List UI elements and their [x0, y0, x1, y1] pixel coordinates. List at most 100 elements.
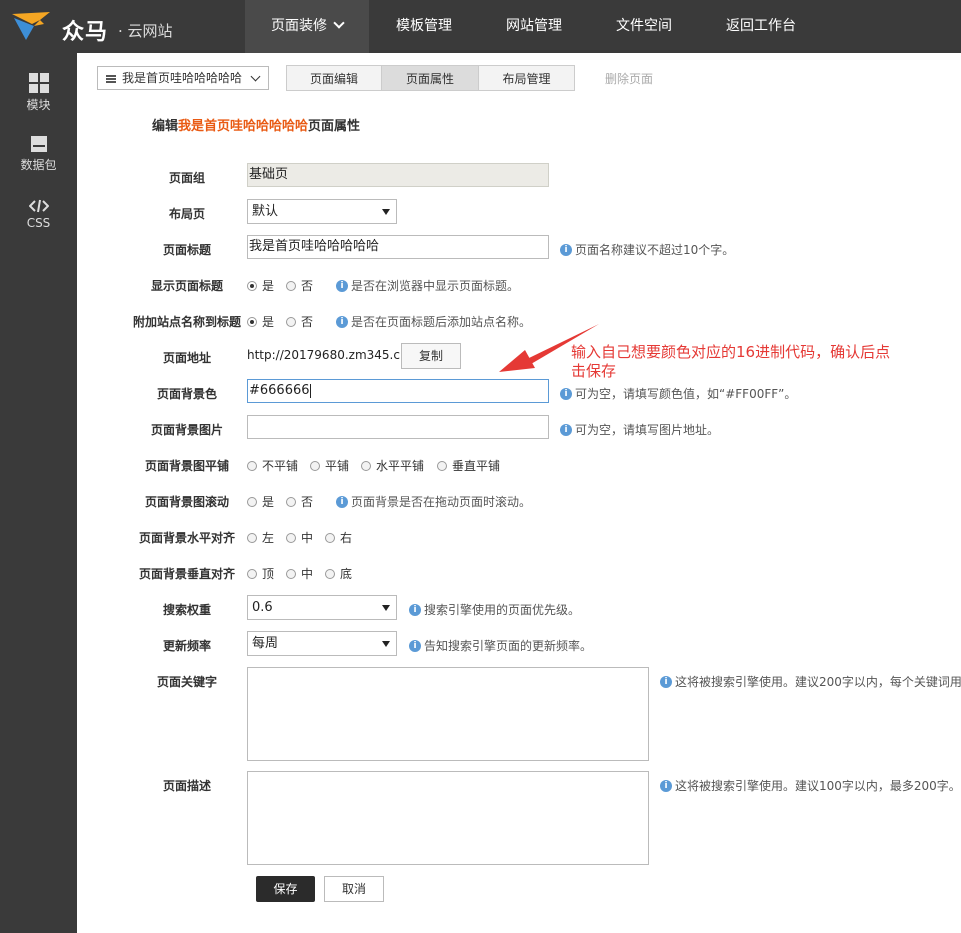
bg-valign-middle[interactable]: 中 — [286, 565, 313, 582]
weight-select[interactable]: 0.6 — [247, 595, 397, 620]
top-bar: 众马 · 云网站 页面装修 模板管理 网站管理 文件空间 返回工作台 — [0, 0, 961, 53]
radio-label: 水平平铺 — [376, 459, 425, 473]
bg-tile-horizontal[interactable]: 水平平铺 — [361, 457, 424, 474]
bg-scroll-no[interactable]: 否 — [286, 493, 313, 510]
bg-color-value: #666666 — [249, 383, 310, 398]
description-hint: i 这将被搜索引擎使用。建议100字以内，最多200字。 — [660, 777, 961, 794]
frequency-select[interactable]: 每周 — [247, 631, 397, 656]
logo[interactable]: 众马 · 云网站 — [10, 8, 210, 46]
radio-icon — [286, 496, 296, 507]
info-icon: i — [660, 779, 672, 792]
radio-label: 顶 — [262, 567, 275, 581]
radio-icon — [247, 280, 257, 291]
show-title-no[interactable]: 否 — [286, 277, 313, 294]
info-icon: i — [660, 675, 672, 688]
radio-label: 否 — [301, 315, 314, 329]
info-icon: i — [560, 387, 572, 400]
code-icon — [28, 199, 49, 213]
heading-prefix: 编辑 — [152, 119, 179, 134]
radio-label: 否 — [301, 495, 314, 509]
radio-icon — [286, 280, 296, 291]
radio-label: 垂直平铺 — [452, 459, 501, 473]
sidebar-item-datapack[interactable]: 数据包 — [0, 135, 77, 173]
hint-text: 页面背景是否在拖动页面时滚动。 — [351, 495, 532, 509]
text-cursor — [309, 383, 311, 398]
hint-text: 这将被搜索引擎使用。建议200字以内，每个关键词用 — [675, 675, 961, 689]
page-title: 编辑我是首页哇哈哈哈哈哈页面属性 — [152, 115, 360, 134]
nav-site-management[interactable]: 网站管理 — [479, 0, 589, 53]
radio-label: 中 — [301, 567, 314, 581]
title-input[interactable]: 我是首页哇哈哈哈哈哈 — [247, 235, 549, 259]
nav-page-decoration[interactable]: 页面装修 — [245, 0, 369, 53]
append-site-no[interactable]: 否 — [286, 313, 313, 330]
bg-scroll-label: 页面背景图滚动 — [144, 495, 229, 509]
save-button[interactable]: 保存 — [256, 876, 315, 902]
radio-label: 左 — [262, 531, 275, 545]
nav-file-space[interactable]: 文件空间 — [589, 0, 699, 53]
brand-name: 众马 — [62, 20, 109, 45]
tab-page-edit[interactable]: 页面编辑 — [286, 65, 382, 91]
append-site-yes[interactable]: 是 — [247, 313, 274, 330]
radio-label: 是 — [262, 315, 275, 329]
address-label: 页面地址 — [162, 351, 211, 365]
logo-mark-icon — [12, 12, 50, 40]
radio-icon — [286, 568, 296, 579]
radio-label: 平铺 — [325, 459, 350, 473]
bg-color-input[interactable]: #666666 — [247, 379, 549, 403]
append-site-label: 附加站点名称到标题 — [132, 315, 241, 329]
bg-tile-both[interactable]: 平铺 — [310, 457, 349, 474]
bg-tile-none[interactable]: 不平铺 — [247, 457, 298, 474]
bg-tile-label: 页面背景图平铺 — [144, 459, 229, 473]
nav-template-management[interactable]: 模板管理 — [369, 0, 479, 53]
radio-icon — [247, 316, 257, 327]
frequency-select-value: 每周 — [252, 636, 279, 651]
bg-halign-center[interactable]: 中 — [286, 529, 313, 546]
delete-page-link[interactable]: 删除页面 — [605, 70, 653, 87]
radio-label: 中 — [301, 531, 314, 545]
bg-tile-vertical[interactable]: 垂直平铺 — [437, 457, 500, 474]
hint-text: 页面名称建议不超过10个字。 — [575, 243, 735, 257]
bg-valign-bottom[interactable]: 底 — [325, 565, 352, 582]
bg-scroll-yes[interactable]: 是 — [247, 493, 274, 510]
database-icon — [30, 136, 47, 152]
page-group-field: 基础页 — [247, 163, 549, 187]
info-icon: i — [409, 603, 421, 616]
sidebar-item-label: 数据包 — [20, 158, 57, 172]
radio-icon — [437, 460, 447, 471]
address-value: http://20179680.zm345.cn — [247, 348, 408, 362]
keywords-label: 页面关键字 — [156, 675, 217, 689]
bg-halign-left[interactable]: 左 — [247, 529, 274, 546]
chevron-down-icon — [250, 71, 261, 82]
hint-text: 是否在浏览器中显示页面标题。 — [351, 279, 520, 293]
sidebar-item-modules[interactable]: 模块 — [0, 73, 77, 113]
info-icon: i — [409, 639, 421, 652]
info-icon: i — [560, 423, 572, 436]
radio-label: 是 — [262, 495, 275, 509]
tab-page-properties[interactable]: 页面属性 — [381, 65, 479, 91]
page-select[interactable]: 我是首页哇哈哈哈哈哈 — [97, 66, 269, 90]
hint-text: 可为空，请填写图片地址。 — [575, 423, 720, 437]
keywords-textarea[interactable] — [247, 667, 649, 761]
heading-page-name: 我是首页哇哈哈哈哈哈 — [178, 119, 309, 134]
nav-back-to-workbench[interactable]: 返回工作台 — [699, 0, 823, 53]
bg-valign-top[interactable]: 顶 — [247, 565, 274, 582]
cancel-button[interactable]: 取消 — [324, 876, 384, 902]
copy-button[interactable]: 复制 — [401, 343, 461, 369]
brand-subtitle: · 云网站 — [118, 22, 173, 40]
info-icon: i — [560, 243, 572, 256]
tab-layout-management[interactable]: 布局管理 — [478, 65, 575, 91]
radio-icon — [325, 568, 335, 579]
layout-select[interactable]: 默认 — [247, 199, 397, 224]
info-icon: i — [336, 315, 348, 328]
description-textarea[interactable] — [247, 771, 649, 865]
radio-label: 是 — [262, 279, 275, 293]
bg-halign-right[interactable]: 右 — [325, 529, 352, 546]
chevron-down-icon — [333, 17, 345, 29]
layout-label: 布局页 — [168, 207, 205, 221]
show-title-yes[interactable]: 是 — [247, 277, 274, 294]
sidebar-item-label: 模块 — [26, 98, 51, 112]
weight-label: 搜索权重 — [162, 603, 211, 617]
radio-icon — [286, 532, 296, 543]
dropdown-arrow-icon — [382, 605, 390, 611]
bg-image-input[interactable] — [247, 415, 549, 439]
